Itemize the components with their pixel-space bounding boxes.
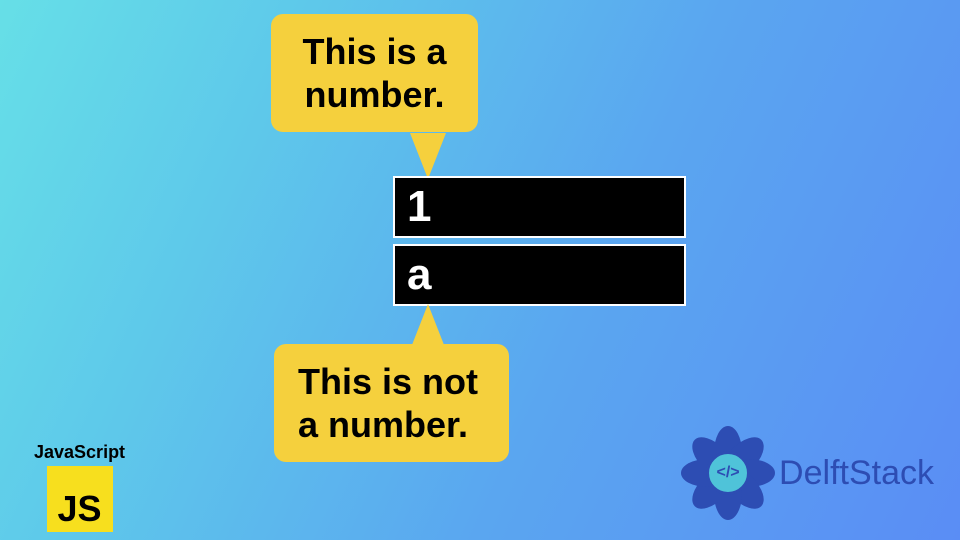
javascript-label: JavaScript xyxy=(34,442,125,463)
bubble-tail-down xyxy=(410,133,446,179)
input-box-number: 1 xyxy=(393,176,686,238)
speech-bubble-top: This is a number. xyxy=(271,14,478,132)
delftstack-emblem: </> xyxy=(683,428,773,518)
code-icon: </> xyxy=(706,451,750,495)
delftstack-text: DelftStack xyxy=(779,454,934,493)
speech-bubble-bottom: This is not a number. xyxy=(274,344,509,462)
delftstack-logo: </> DelftStack xyxy=(683,428,934,518)
input-box-letter: a xyxy=(393,244,686,306)
javascript-icon: JS xyxy=(47,466,113,532)
javascript-badge: JavaScript JS xyxy=(34,442,125,532)
